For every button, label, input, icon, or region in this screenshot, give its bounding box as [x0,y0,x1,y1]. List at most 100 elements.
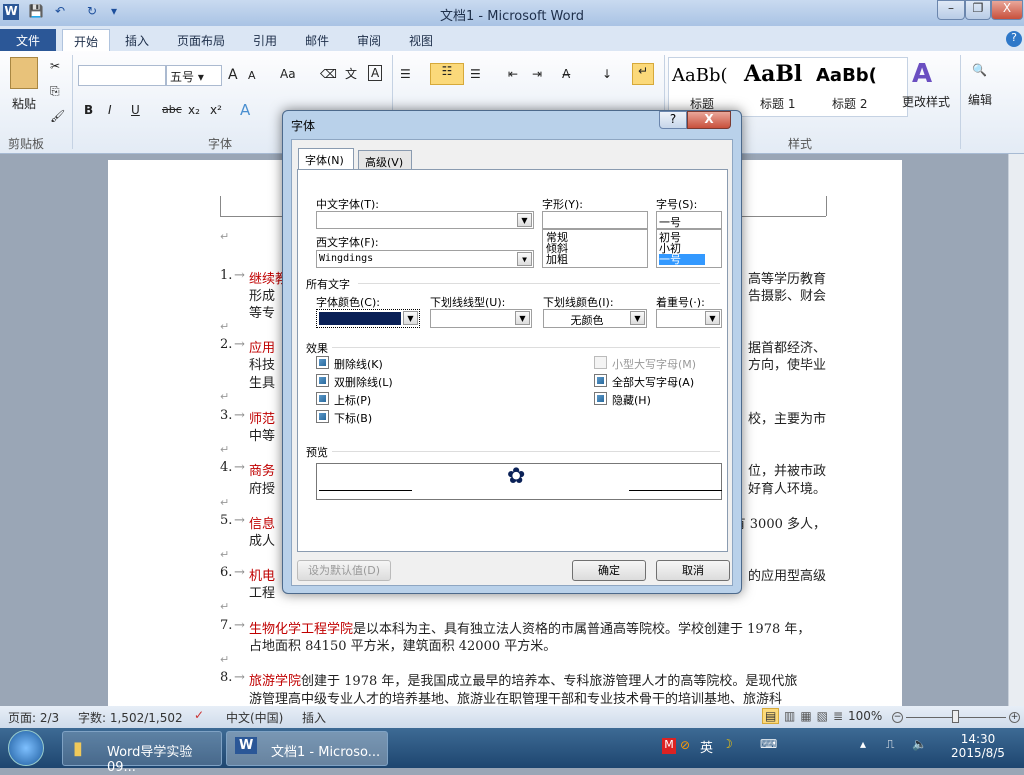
font-style-list[interactable]: 常规 倾斜 加粗 [542,229,648,268]
set-default-button[interactable]: 设为默认值(D) [297,560,391,581]
numbering-icon[interactable]: ☷ [430,63,464,85]
zoom-in-icon[interactable]: + [1009,712,1020,723]
format-painter-icon[interactable]: 🖌 [50,109,65,123]
clock[interactable]: 14:30 2015/8/5 [950,732,1006,760]
tab-page-layout[interactable]: 页面布局 [166,29,236,51]
find-icon[interactable]: 🔍 [972,63,987,77]
tab-advanced[interactable]: 高级(V) [358,150,412,170]
vertical-scrollbar[interactable] [1008,154,1024,706]
help-icon[interactable]: ? [1006,31,1022,47]
zoom-slider-thumb[interactable] [952,710,959,723]
style-preview[interactable]: AaBl [744,61,802,87]
clear-format-icon[interactable]: ⌫ [320,67,337,81]
underline-color-select[interactable]: 无颜色 ▼ [543,309,647,328]
keyboard-icon[interactable]: ⌨ [760,737,777,751]
taskbar-item-folder[interactable]: ▮ Word导学实验09... [62,731,222,775]
font-color-select[interactable]: ▼ [316,309,420,328]
tab-home[interactable]: 开始 [62,29,111,51]
tab-mailings[interactable]: 邮件 [294,29,340,51]
print-layout-icon[interactable]: ▤ [762,708,780,724]
edit-button[interactable]: 编辑 [968,91,992,108]
multilevel-list-icon[interactable]: ☰ [470,67,481,81]
underline-style-select[interactable]: ▼ [430,309,532,328]
tab-review[interactable]: 审阅 [346,29,392,51]
cut-icon[interactable]: ✂ [50,59,60,73]
page-count[interactable]: 页面: 2/3 [8,709,59,726]
dialog-close-button[interactable]: X [687,111,731,129]
word-count[interactable]: 字数: 1,502/1,502 [78,709,183,726]
show-marks-icon[interactable]: ↵ [632,63,654,85]
change-styles-button[interactable]: 更改样式 [902,93,950,110]
grow-font-button[interactable]: A [228,67,238,83]
chinese-font-label: 中文字体(T): [316,198,380,211]
increase-indent-icon[interactable]: ⇥ [532,67,542,81]
chinese-layout-icon[interactable]: A̶ [562,67,570,81]
list-item-selected[interactable]: 一号 [659,254,705,265]
paste-button[interactable]: 粘贴 [12,95,36,112]
style-preview[interactable]: AaBb( [672,65,728,86]
font-size-combo[interactable]: 五号 ▾ [166,65,222,86]
cancel-button[interactable]: 取消 [656,560,730,581]
italic-button[interactable]: I [108,103,112,117]
superscript-button[interactable]: x² [210,103,222,117]
style-preview[interactable]: AaBb( [816,65,877,86]
font-size-input[interactable]: 一号 [656,211,722,229]
effect-checkbox[interactable] [316,374,329,387]
copy-icon[interactable]: ⎘ [50,84,60,99]
decrease-indent-icon[interactable]: ⇤ [508,67,518,81]
paste-icon[interactable] [10,57,38,89]
ribbon-tabs: 文件 开始 插入 页面布局 引用 邮件 审阅 视图 ? [0,26,1024,51]
shrink-font-button[interactable]: A [248,69,256,82]
change-styles-icon[interactable]: A [912,59,932,89]
tab-file[interactable]: 文件 [0,29,56,51]
insert-mode[interactable]: 插入 [302,709,326,726]
effect-checkbox[interactable] [316,392,329,405]
style-name: 标题 1 [760,97,796,111]
bold-button[interactable]: B [84,103,93,117]
character-border-icon[interactable]: A [368,65,383,81]
font-name-combo[interactable] [78,65,166,86]
sort-icon[interactable]: ↓ [602,67,612,81]
font-size-list[interactable]: 初号 小初 一号 [656,229,722,268]
ime-logo-icon[interactable]: M [662,738,676,754]
effect-checkbox[interactable] [594,356,607,369]
subscript-button[interactable]: x₂ [188,103,200,117]
underline-button[interactable]: U [131,103,140,117]
close-button[interactable]: X [991,0,1023,20]
tab-font[interactable]: 字体(N) [298,148,354,171]
proofing-icon[interactable]: ✓ [194,708,204,722]
network-icon[interactable]: ⎍ [886,737,894,752]
western-font-select[interactable]: Wingdings ▼ [316,250,534,268]
volume-icon[interactable]: 🔈 [912,737,927,751]
ime-language[interactable]: 英 [700,737,713,756]
effect-checkbox[interactable] [594,374,607,387]
emphasis-mark-select[interactable]: ▼ [656,309,722,328]
strikethrough-button[interactable]: abc [162,103,182,116]
language[interactable]: 中文(中国) [226,709,283,726]
zoom-level[interactable]: 100% [848,709,882,723]
ok-button[interactable]: 确定 [572,560,646,581]
text-effects-icon[interactable]: A [240,101,250,119]
change-case-button[interactable]: Aa [280,67,296,81]
start-button[interactable] [8,730,44,766]
tab-view[interactable]: 视图 [398,29,444,51]
font-style-input[interactable] [542,211,648,229]
tab-insert[interactable]: 插入 [114,29,160,51]
bullets-icon[interactable]: ☰ [400,67,411,81]
effect-checkbox[interactable] [594,392,607,405]
help-button[interactable]: ? [659,111,687,129]
effect-checkbox[interactable] [316,410,329,423]
chinese-font-select[interactable]: ▼ [316,211,534,229]
phonetic-guide-icon[interactable]: 文 [345,65,357,82]
list-item[interactable]: 加粗 [546,254,644,265]
ime-block-icon[interactable]: ⊘ [680,738,690,752]
moon-icon[interactable]: ☽ [722,737,733,751]
taskbar-item-word[interactable]: W 文档1 - Microso... [226,731,388,766]
maximize-button[interactable]: ❐ [965,0,991,20]
zoom-out-icon[interactable]: − [892,712,903,723]
tab-references[interactable]: 引用 [242,29,288,51]
effect-checkbox[interactable] [316,356,329,369]
minimize-button[interactable]: – [937,0,965,20]
show-hidden-icons[interactable]: ▴ [860,737,866,751]
view-buttons[interactable]: ▥▦▧≣ [784,709,848,723]
